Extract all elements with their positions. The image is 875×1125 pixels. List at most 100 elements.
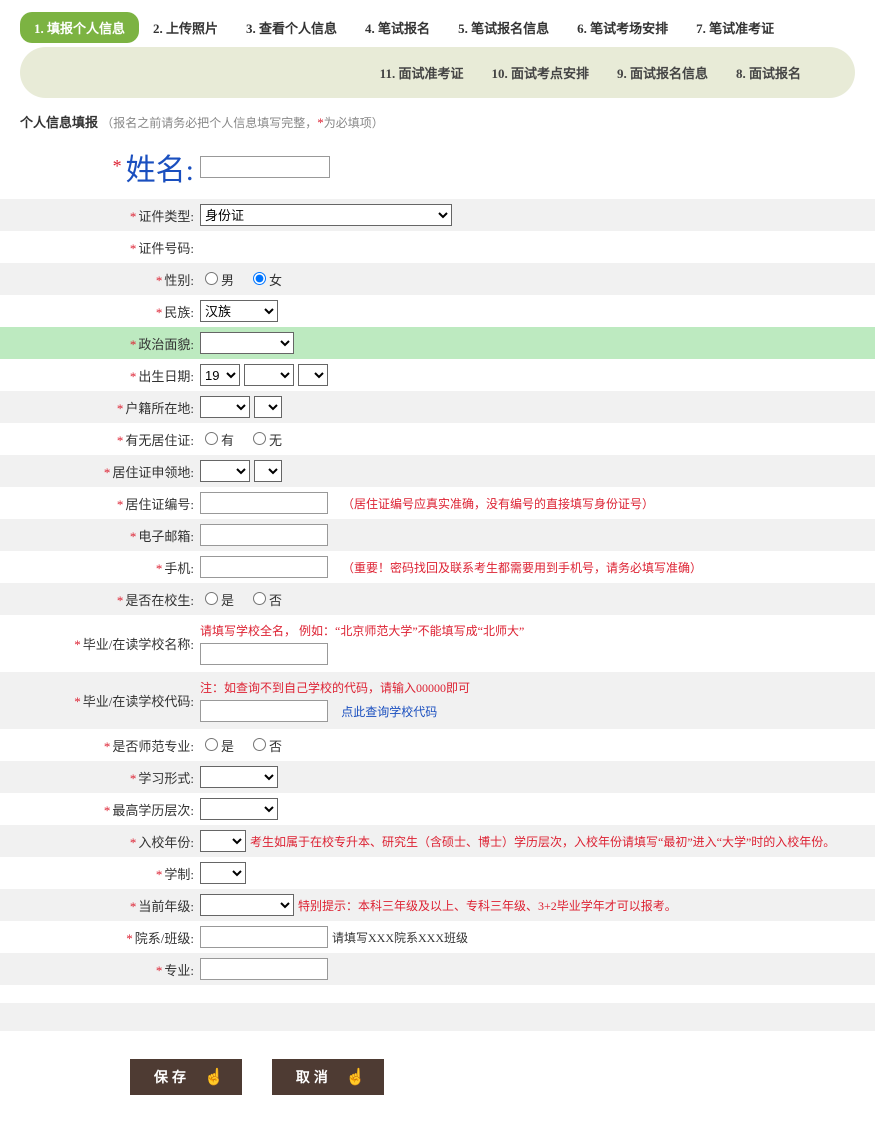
save-button[interactable]: 保存 ☝: [130, 1059, 242, 1095]
name-label: 姓名:: [0, 145, 200, 189]
school-code-lookup-link[interactable]: 点此查询学校代码: [341, 705, 437, 719]
nav-step-4[interactable]: 4. 笔试报名: [351, 12, 444, 43]
pointer-icon: ☝: [346, 1067, 366, 1087]
nav-row-2: 11. 面试准考证 10. 面试考点安排 9. 面试报名信息 8. 面试报名: [20, 47, 855, 98]
nav-step-9[interactable]: 9. 面试报名信息: [603, 57, 722, 88]
row-degree: 最高学历层次:: [0, 793, 875, 825]
gender-male-radio[interactable]: [205, 272, 218, 285]
grade-hint: 特别提示：本科三年级及以上、专科三年级、3+2毕业学年才可以报考。: [298, 897, 677, 914]
nav-step-5[interactable]: 5. 笔试报名信息: [444, 12, 563, 43]
huji-city-select[interactable]: [254, 396, 282, 418]
row-school-sys: 学制:: [0, 857, 875, 889]
email-input[interactable]: [200, 524, 328, 546]
row-study-form: 学习形式:: [0, 761, 875, 793]
row-enroll-year: 入校年份: 考生如属于在校专升本、研究生（含硕士、博士）学历层次，入校年份请填写…: [0, 825, 875, 857]
school-name-hint: 请填写学校全名， 例如：“北京师范大学”不能填写成“北师大”: [200, 622, 875, 639]
political-select[interactable]: [200, 332, 294, 354]
major-label: 专业:: [0, 960, 200, 979]
divider-bar: [0, 1003, 875, 1031]
birth-month-select[interactable]: [244, 364, 294, 386]
phone-label: 手机:: [0, 558, 200, 577]
school-sys-label: 学制:: [0, 864, 200, 883]
dept-class-input[interactable]: [200, 926, 328, 948]
is-normal-label: 是否师范专业:: [0, 736, 200, 755]
nav-step-1[interactable]: 1. 填报个人信息: [20, 12, 139, 43]
row-ethnic: 民族: 汉族: [0, 295, 875, 327]
personal-info-form: 姓名: 证件类型: 身份证 证件号码: 性别: 男 女 民族: 汉族 政治面貌:: [0, 139, 875, 1095]
permit-num-input[interactable]: [200, 492, 328, 514]
birth-day-select[interactable]: [298, 364, 328, 386]
nav-step-11[interactable]: 11. 面试准考证: [366, 57, 478, 88]
nav-step-3[interactable]: 3. 查看个人信息: [232, 12, 351, 43]
permit-num-label: 居住证编号:: [0, 494, 200, 513]
birth-year-select[interactable]: 19: [200, 364, 240, 386]
row-school-code: 毕业/在读学校代码: 注：如查询不到自己学校的代码，请输入00000即可 点此查…: [0, 672, 875, 729]
cancel-button[interactable]: 取消 ☝: [272, 1059, 384, 1095]
phone-hint: （重要！密码找回及联系考生都需要用到手机号，请务必填写准确）: [342, 559, 702, 576]
row-email: 电子邮箱:: [0, 519, 875, 551]
id-type-label: 证件类型:: [0, 206, 200, 225]
degree-select[interactable]: [200, 798, 278, 820]
row-permit-place: 居住证申领地:: [0, 455, 875, 487]
nav-step-2[interactable]: 2. 上传照片: [139, 12, 232, 43]
gender-label: 性别:: [0, 270, 200, 289]
name-input[interactable]: [200, 156, 330, 178]
in-school-label: 是否在校生:: [0, 590, 200, 609]
school-sys-select[interactable]: [200, 862, 246, 884]
grade-label: 当前年级:: [0, 896, 200, 915]
huji-label: 户籍所在地:: [0, 398, 200, 417]
enroll-year-select[interactable]: [200, 830, 246, 852]
birth-label: 出生日期:: [0, 366, 200, 385]
row-name: 姓名:: [0, 139, 875, 199]
major-input[interactable]: [200, 958, 328, 980]
section-title: 个人信息填报: [20, 115, 98, 130]
phone-input[interactable]: [200, 556, 328, 578]
row-gender: 性别: 男 女: [0, 263, 875, 295]
ethnic-select[interactable]: 汉族: [200, 300, 278, 322]
political-label: 政治面貌:: [0, 334, 200, 353]
school-name-input[interactable]: [200, 643, 328, 665]
row-political: 政治面貌:: [0, 327, 875, 359]
nav-step-7[interactable]: 7. 笔试准考证: [682, 12, 788, 43]
row-id-num: 证件号码:: [0, 231, 875, 263]
nav-step-8[interactable]: 8. 面试报名: [722, 57, 815, 88]
inschool-yes-radio[interactable]: [205, 592, 218, 605]
school-code-label: 毕业/在读学校代码:: [0, 691, 200, 710]
has-permit-label: 有无居住证:: [0, 430, 200, 449]
inschool-no-radio[interactable]: [253, 592, 266, 605]
section-header: 个人信息填报 （报名之前请务必把个人信息填写完整，*为必填项）: [20, 112, 855, 131]
email-label: 电子邮箱:: [0, 526, 200, 545]
huji-prov-select[interactable]: [200, 396, 250, 418]
degree-label: 最高学历层次:: [0, 800, 200, 819]
row-major: 专业:: [0, 953, 875, 985]
row-permit-num: 居住证编号: （居住证编号应真实准确，没有编号的直接填写身份证号）: [0, 487, 875, 519]
school-code-input[interactable]: [200, 700, 328, 722]
row-has-permit: 有无居住证: 有 无: [0, 423, 875, 455]
dept-class-hint: 请填写XXX院系XXX班级: [332, 929, 468, 946]
enroll-year-label: 入校年份:: [0, 832, 200, 851]
button-row: 保存 ☝ 取消 ☝: [130, 1059, 875, 1095]
grade-select[interactable]: [200, 894, 294, 916]
row-school-name: 毕业/在读学校名称: 请填写学校全名， 例如：“北京师范大学”不能填写成“北师大…: [0, 615, 875, 672]
school-name-label: 毕业/在读学校名称:: [0, 634, 200, 653]
permit-prov-select[interactable]: [200, 460, 250, 482]
study-form-label: 学习形式:: [0, 768, 200, 787]
row-grade: 当前年级: 特别提示：本科三年级及以上、专科三年级、3+2毕业学年才可以报考。: [0, 889, 875, 921]
study-form-select[interactable]: [200, 766, 278, 788]
nav-step-10[interactable]: 10. 面试考点安排: [477, 57, 603, 88]
nav-step-6[interactable]: 6. 笔试考场安排: [563, 12, 682, 43]
enroll-year-hint: 考生如属于在校专升本、研究生（含硕士、博士）学历层次，入校年份请填写“最初”进入…: [250, 833, 835, 850]
normal-yes-radio[interactable]: [205, 738, 218, 751]
row-id-type: 证件类型: 身份证: [0, 199, 875, 231]
normal-no-radio[interactable]: [253, 738, 266, 751]
pointer-icon: ☝: [204, 1067, 224, 1087]
permit-place-label: 居住证申领地:: [0, 462, 200, 481]
permit-yes-radio[interactable]: [205, 432, 218, 445]
permit-no-radio[interactable]: [253, 432, 266, 445]
permit-city-select[interactable]: [254, 460, 282, 482]
id-type-select[interactable]: 身份证: [200, 204, 452, 226]
id-num-label: 证件号码:: [0, 238, 200, 257]
row-is-normal: 是否师范专业: 是 否: [0, 729, 875, 761]
school-code-hint: 注：如查询不到自己学校的代码，请输入00000即可: [200, 679, 875, 696]
gender-female-radio[interactable]: [253, 272, 266, 285]
